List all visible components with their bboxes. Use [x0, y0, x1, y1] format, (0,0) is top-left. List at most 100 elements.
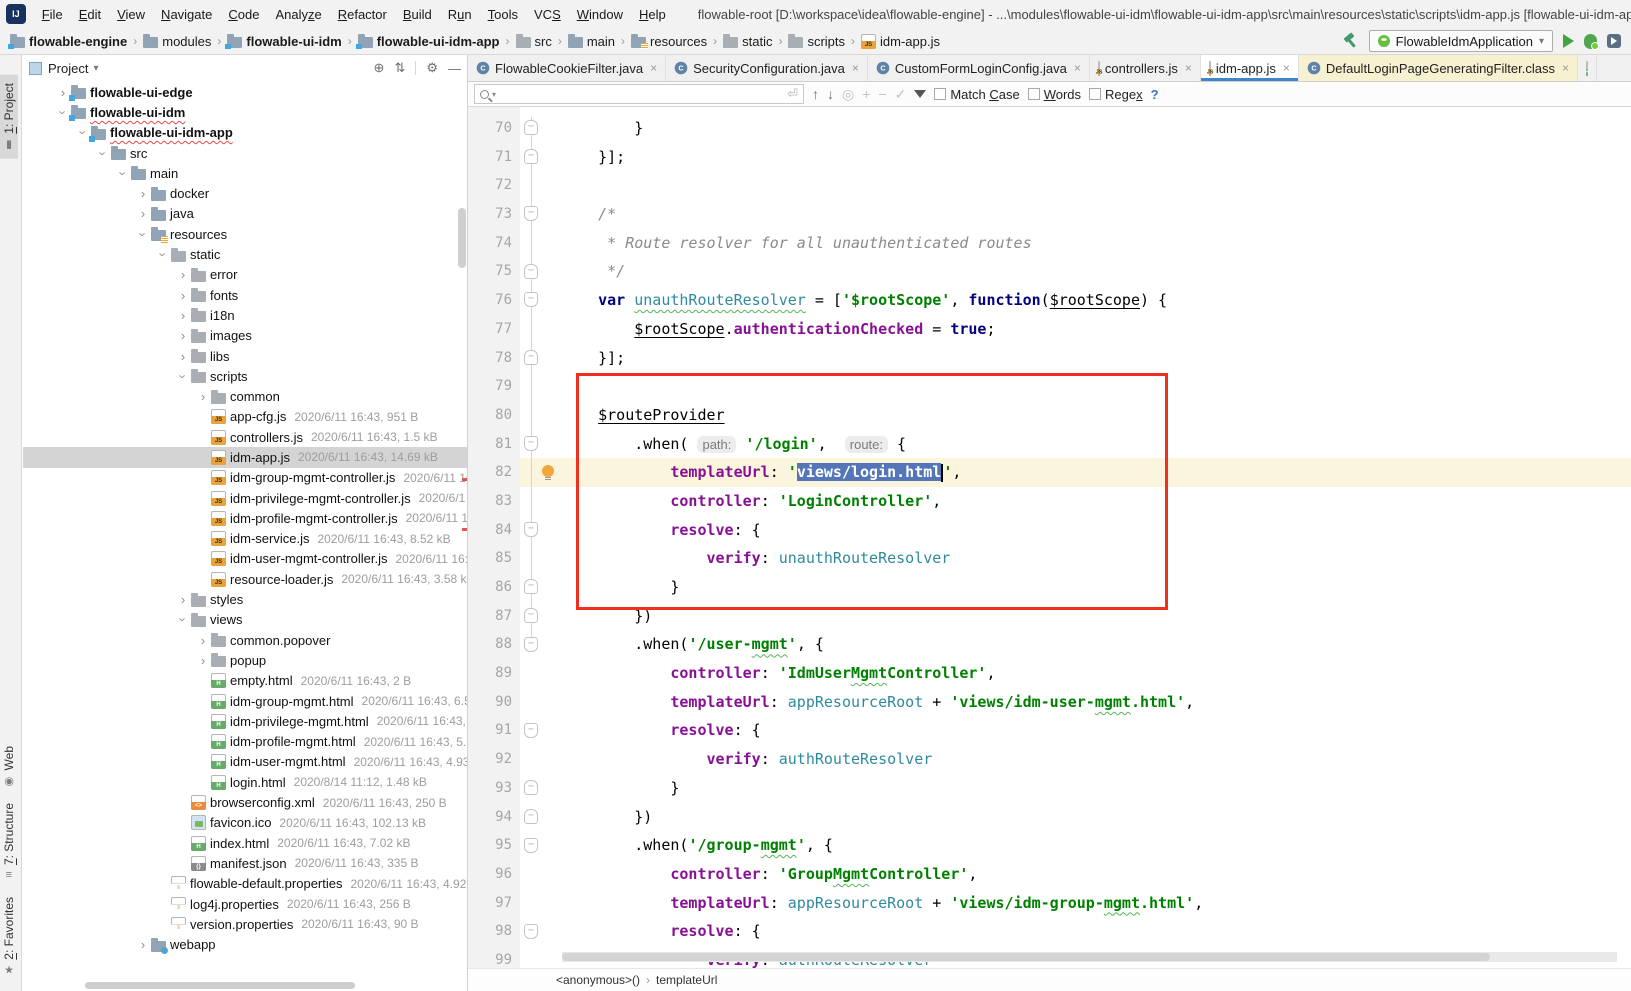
- tree-item-empty.html[interactable]: Hempty.html2020/6/11 16:43, 2 B: [23, 671, 467, 691]
- code-line[interactable]: controller: 'IdmUserMgmtController',: [562, 659, 1631, 688]
- menu-item-tools[interactable]: Tools: [480, 3, 526, 26]
- find-all-icon[interactable]: ◎: [842, 86, 854, 103]
- fold-end-icon[interactable]: −: [524, 120, 538, 135]
- fold-start-icon[interactable]: −: [524, 436, 538, 451]
- tree-item-controllers.js[interactable]: JScontrollers.js2020/6/11 16:43, 1.5 kB: [23, 427, 467, 447]
- close-tab-icon[interactable]: ×: [1562, 61, 1569, 75]
- editor-tab-FlowableCookieFilter.java[interactable]: CFlowableCookieFilter.java×: [468, 55, 666, 81]
- tree-item-java[interactable]: ›java: [23, 204, 467, 224]
- fold-end-icon[interactable]: −: [524, 608, 538, 623]
- tree-item-idm-group-mgmt.html[interactable]: Hidm-group-mgmt.html2020/6/11 16:43, 6.5…: [23, 691, 467, 711]
- code-line[interactable]: .when('/group-mgmt', {: [562, 831, 1631, 860]
- code-line[interactable]: * Route resolver for all unauthenticated…: [562, 229, 1631, 258]
- editor-tab-partial[interactable]: H: [1578, 55, 1597, 81]
- locate-file-icon[interactable]: ⊕: [374, 60, 385, 76]
- editor-tab-CustomFormLoginConfig.java[interactable]: CCustomFormLoginConfig.java×: [868, 55, 1090, 81]
- build-hammer-icon[interactable]: [1343, 33, 1359, 49]
- tree-item-idm-privilege-mgmt-controller.js[interactable]: JSidm-privilege-mgmt-controller.js2020/6…: [23, 488, 467, 508]
- tree-item-flowable-ui-edge[interactable]: ›flowable-ui-edge: [23, 82, 467, 102]
- tree-item-idm-user-mgmt-controller.js[interactable]: JSidm-user-mgmt-controller.js2020/6/11 1…: [23, 549, 467, 569]
- tree-item-resources[interactable]: ›resources: [23, 224, 467, 244]
- fold-end-icon[interactable]: −: [524, 264, 538, 279]
- search-input[interactable]: ▾ ⏎: [474, 84, 804, 104]
- editor-horizontal-scrollbar[interactable]: [562, 952, 1617, 962]
- close-tab-icon[interactable]: ×: [1283, 61, 1290, 75]
- menu-item-build[interactable]: Build: [395, 3, 440, 26]
- fold-start-icon[interactable]: −: [524, 522, 538, 537]
- code-line[interactable]: /*: [562, 200, 1631, 229]
- menu-item-view[interactable]: View: [109, 3, 153, 26]
- editor-tab-SecurityConfiguration.java[interactable]: CSecurityConfiguration.java×: [666, 55, 868, 81]
- tree-item-flowable-ui-idm[interactable]: ›flowable-ui-idm: [23, 102, 467, 122]
- chevron-collapsed-icon[interactable]: ›: [175, 267, 191, 282]
- menu-item-refactor[interactable]: Refactor: [330, 3, 395, 26]
- search-filter-icon[interactable]: [914, 90, 926, 98]
- settings-gear-icon[interactable]: ⚙: [426, 60, 438, 76]
- editor-breadcrumb-item[interactable]: templateUrl: [656, 973, 717, 987]
- breadcrumb-item-flowable-ui-idm[interactable]: flowable-ui-idm: [225, 34, 343, 49]
- chevron-collapsed-icon[interactable]: ›: [135, 937, 151, 952]
- run-configuration-select[interactable]: FlowableIdmApplication ▾: [1369, 30, 1553, 52]
- fold-end-icon[interactable]: −: [524, 579, 538, 594]
- editor-tab-DefaultLoginPageGeneratingFilter.class[interactable]: CDefaultLoginPageGeneratingFilter.class×: [1299, 55, 1578, 81]
- breadcrumb-item-idm-app.js[interactable]: JSidm-app.js: [859, 34, 942, 49]
- tree-item-fonts[interactable]: ›fonts: [23, 285, 467, 305]
- regex-checkbox[interactable]: Regex: [1089, 87, 1143, 102]
- tree-item-i18n[interactable]: ›i18n: [23, 305, 467, 325]
- tree-item-main[interactable]: ›main: [23, 163, 467, 183]
- breadcrumb-item-flowable-ui-idm-app[interactable]: flowable-ui-idm-app: [356, 34, 502, 49]
- hide-panel-icon[interactable]: —: [448, 61, 461, 76]
- tree-item-favicon.ico[interactable]: favicon.ico2020/6/11 16:43, 102.13 kB: [23, 813, 467, 833]
- tree-item-scripts[interactable]: ›scripts: [23, 366, 467, 386]
- code-line[interactable]: $rootScope.authenticationChecked = true;: [562, 315, 1631, 344]
- code-line[interactable]: templateUrl: appResourceRoot + 'views/id…: [562, 688, 1631, 717]
- tree-item-index.html[interactable]: Hindex.html2020/6/11 16:43, 7.02 kB: [23, 833, 467, 853]
- run-with-coverage-button[interactable]: [1607, 34, 1621, 48]
- breadcrumb-item-flowable-engine[interactable]: flowable-engine: [8, 34, 129, 49]
- tree-item-popup[interactable]: ›popup: [23, 650, 467, 670]
- fold-start-icon[interactable]: −: [524, 637, 538, 652]
- chevron-collapsed-icon[interactable]: ›: [135, 186, 151, 201]
- breadcrumb-item-static[interactable]: static: [721, 34, 774, 49]
- fold-start-icon[interactable]: −: [524, 723, 538, 738]
- search-history-caret-icon[interactable]: ▾: [492, 90, 496, 99]
- breadcrumb-item-resources[interactable]: resources: [629, 34, 709, 49]
- code-line[interactable]: }];: [562, 344, 1631, 373]
- words-checkbox[interactable]: Words: [1028, 87, 1081, 102]
- chevron-collapsed-icon[interactable]: ›: [175, 592, 191, 607]
- tool-window-button-7-structure[interactable]: ≡7: Structure: [0, 795, 18, 889]
- tree-item-app-cfg.js[interactable]: JSapp-cfg.js2020/6/11 16:43, 951 B: [23, 407, 467, 427]
- code-line[interactable]: .when('/user-mgmt', {: [562, 630, 1631, 659]
- code-line[interactable]: }: [562, 114, 1631, 143]
- next-occurrence-icon[interactable]: ↓: [827, 86, 834, 102]
- chevron-collapsed-icon[interactable]: ›: [195, 653, 211, 668]
- checkbox-box[interactable]: [1089, 88, 1101, 100]
- code-line[interactable]: */: [562, 257, 1631, 286]
- chevron-collapsed-icon[interactable]: ›: [195, 389, 211, 404]
- menu-item-file[interactable]: File: [34, 3, 71, 26]
- menu-item-analyze[interactable]: Analyze: [267, 3, 329, 26]
- chevron-expanded-icon[interactable]: ›: [136, 226, 151, 242]
- tree-item-static[interactable]: ›static: [23, 244, 467, 264]
- checkbox-box[interactable]: [1028, 88, 1040, 100]
- fold-end-icon[interactable]: −: [524, 809, 538, 824]
- tree-item-styles[interactable]: ›styles: [23, 589, 467, 609]
- close-tab-icon[interactable]: ×: [852, 61, 859, 75]
- chevron-expanded-icon[interactable]: ›: [96, 145, 111, 161]
- match-case-checkbox[interactable]: Match Case: [934, 87, 1019, 102]
- search-help-icon[interactable]: ?: [1151, 87, 1159, 102]
- tree-item-idm-privilege-mgmt.html[interactable]: Hidm-privilege-mgmt.html2020/6/11 16:43,…: [23, 711, 467, 731]
- code-line[interactable]: }: [562, 774, 1631, 803]
- menu-item-code[interactable]: Code: [220, 3, 267, 26]
- menu-item-navigate[interactable]: Navigate: [153, 3, 220, 26]
- chevron-collapsed-icon[interactable]: ›: [175, 328, 191, 343]
- fold-end-icon[interactable]: −: [524, 780, 538, 795]
- tree-item-flowable-default.properties[interactable]: ≡flowable-default.properties2020/6/11 16…: [23, 874, 467, 894]
- tree-item-libs[interactable]: ›libs: [23, 346, 467, 366]
- debug-button[interactable]: [1584, 34, 1597, 49]
- fold-start-icon[interactable]: −: [524, 838, 538, 853]
- tool-window-button-2-favorites[interactable]: ★2: Favorites: [0, 889, 18, 985]
- menu-item-vcs[interactable]: VCS: [526, 3, 569, 26]
- code-line[interactable]: }): [562, 803, 1631, 832]
- fold-start-icon[interactable]: −: [524, 292, 538, 307]
